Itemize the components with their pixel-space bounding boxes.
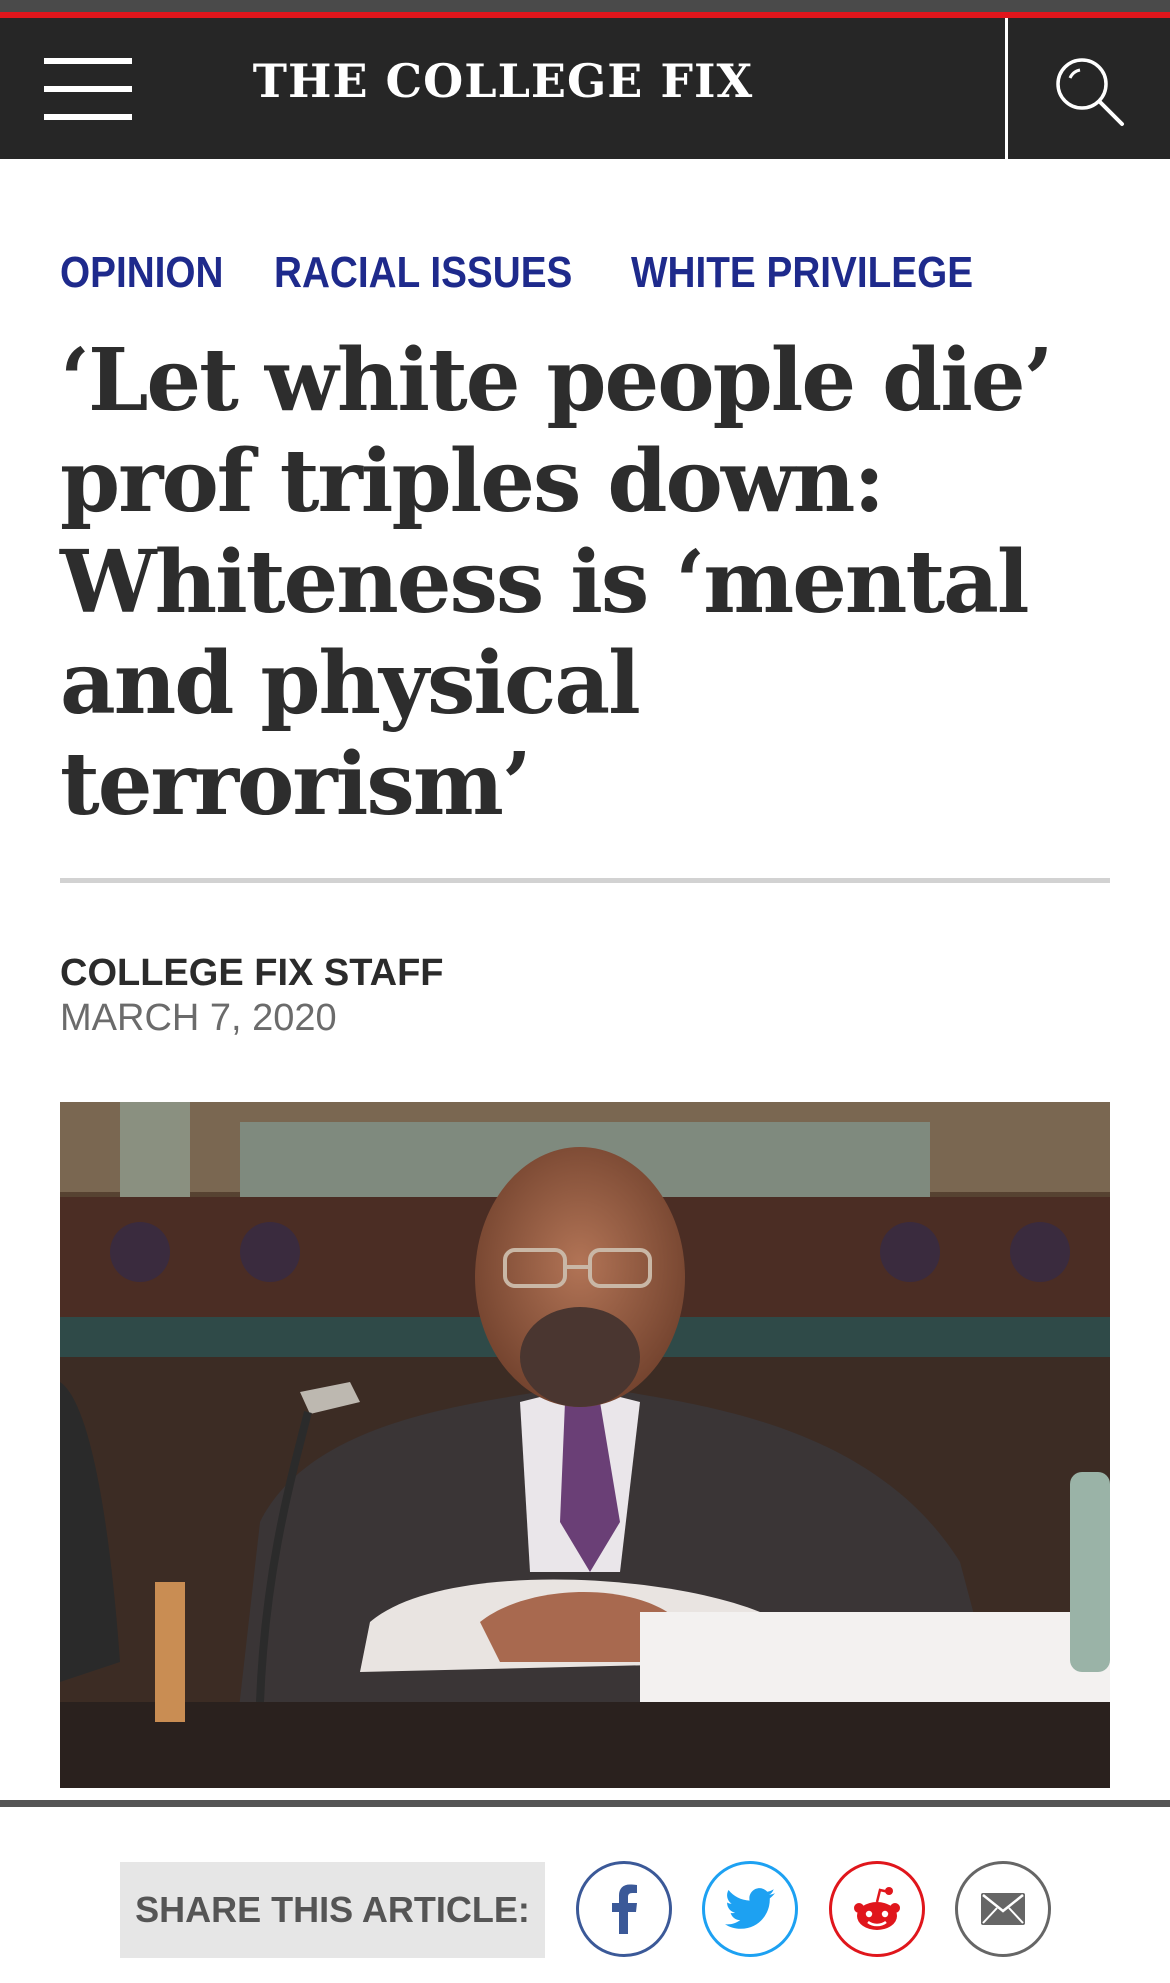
publish-date: MARCH 7, 2020 <box>60 997 337 1039</box>
search-icon <box>1056 58 1124 126</box>
category-tags: OPINION RACIAL ISSUES WHITE PRIVILEGE <box>60 248 1020 308</box>
top-border <box>0 0 1170 12</box>
share-facebook-button[interactable] <box>576 1861 672 1957</box>
headline-line: Whiteness is ‘mental <box>60 532 1030 633</box>
site-logo[interactable]: THE COLLEGE FIX <box>0 18 1006 159</box>
headline-line: terrorism’ <box>60 734 532 835</box>
headline-line: ‘Let white people die’ <box>60 330 1054 431</box>
article-headline: ‘Let white people die’ prof triples down… <box>60 330 1120 835</box>
speaker-photo-illustration <box>60 1102 1110 1788</box>
email-icon <box>981 1893 1025 1925</box>
site-header: THE COLLEGE FIX <box>0 18 1170 159</box>
headline-line: and physical <box>60 633 641 734</box>
author-byline[interactable]: COLLEGE FIX STAFF <box>60 952 444 995</box>
search-button[interactable] <box>1008 18 1170 159</box>
share-label: SHARE THIS ARTICLE: <box>120 1862 545 1958</box>
category-tag-opinion[interactable]: OPINION <box>60 248 224 308</box>
share-email-button[interactable] <box>955 1861 1051 1957</box>
headline-line: prof triples down: <box>60 431 885 532</box>
article-featured-image <box>60 1102 1110 1788</box>
category-tag-racial-issues[interactable]: RACIAL ISSUES <box>274 248 572 308</box>
share-reddit-button[interactable] <box>829 1861 925 1957</box>
headline-divider <box>60 878 1110 883</box>
share-twitter-button[interactable] <box>702 1861 798 1957</box>
facebook-icon <box>612 1884 637 1934</box>
category-tag-white-privilege[interactable]: WHITE PRIVILEGE <box>631 248 973 308</box>
reddit-icon <box>854 1887 900 1930</box>
share-bar-border <box>0 1800 1170 1807</box>
twitter-icon <box>725 1888 775 1929</box>
